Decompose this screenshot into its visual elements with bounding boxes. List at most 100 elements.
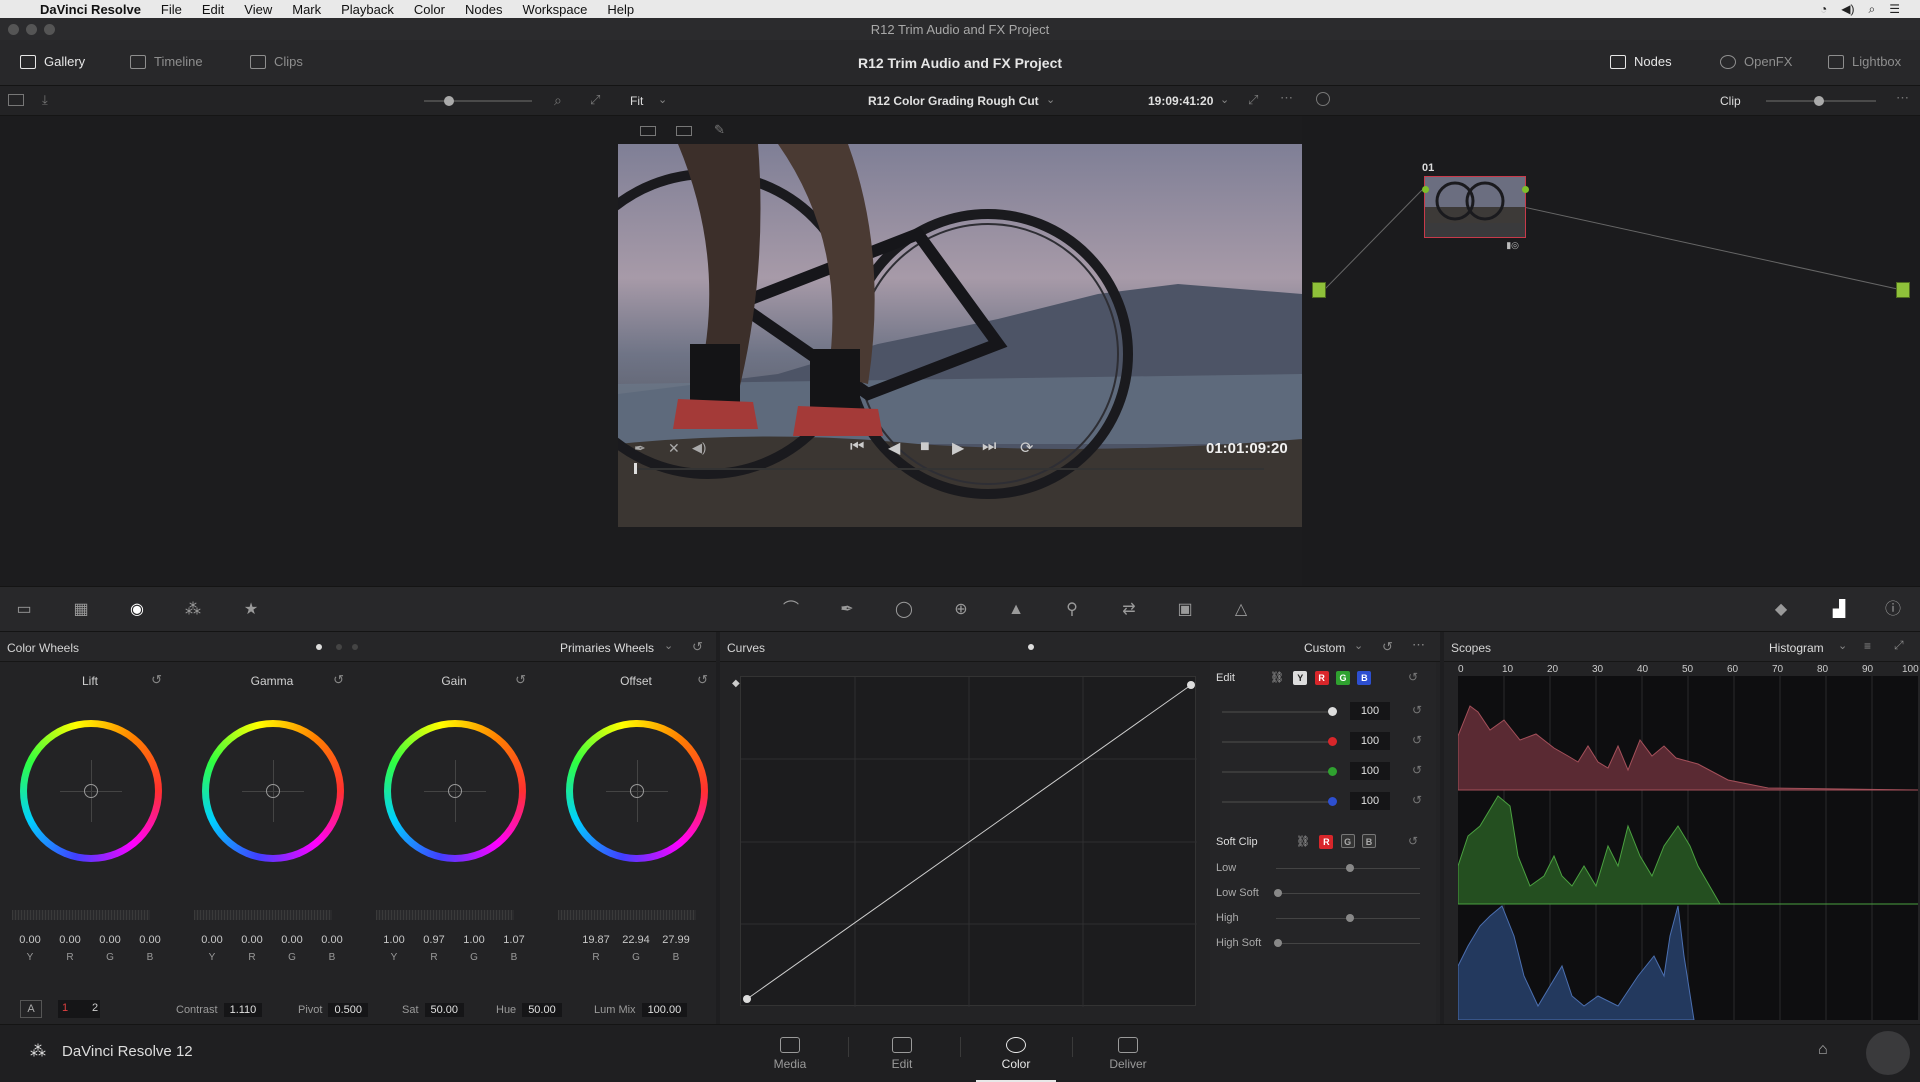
color-picker-icon[interactable]: ✒	[634, 440, 646, 457]
home-icon[interactable]: ⌂	[1818, 1041, 1828, 1059]
skip-to-end-icon[interactable]: ⏭	[982, 438, 996, 456]
wheels-mode-dropdown[interactable]: Primaries Wheels	[560, 641, 654, 655]
chevron-down-icon[interactable]: ⌄	[1354, 639, 1363, 652]
page-media[interactable]: Media	[750, 1037, 830, 1071]
chevron-down-icon[interactable]: ⌄	[1838, 639, 1847, 652]
search-icon[interactable]: ⌕	[1869, 2, 1876, 17]
page-edit[interactable]: Edit	[862, 1037, 942, 1071]
rgb-mixer-icon[interactable]: ⁂	[184, 601, 202, 619]
reset-icon[interactable]: ↺	[151, 672, 162, 688]
chevron-down-icon[interactable]: ⌄	[1046, 93, 1055, 106]
gamma-r-value[interactable]: 0.00	[232, 934, 272, 946]
close-icon[interactable]: ✕	[668, 440, 680, 457]
scope-settings-icon[interactable]: ≡	[1864, 639, 1871, 653]
menu-color[interactable]: Color	[404, 2, 455, 17]
low-slider[interactable]: Low	[1216, 862, 1426, 874]
page-dot-active[interactable]	[1028, 644, 1034, 650]
menu-mark[interactable]: Mark	[282, 2, 331, 17]
window-icon[interactable]: ◯	[895, 601, 913, 619]
reset-icon[interactable]: ↺	[1412, 763, 1422, 777]
timeline-button[interactable]: Timeline	[130, 54, 203, 69]
chip-b[interactable]: B	[1357, 671, 1372, 685]
gain-g-value[interactable]: 1.00	[454, 934, 494, 946]
node-zoom-slider[interactable]	[1766, 96, 1876, 106]
gain-puck[interactable]	[448, 784, 462, 798]
offset-puck[interactable]	[630, 784, 644, 798]
page-color[interactable]: Color	[976, 1037, 1056, 1082]
chevron-down-icon[interactable]: ⌄	[664, 639, 673, 652]
chip-y[interactable]: Y	[1293, 671, 1308, 685]
gallery-zoom-slider[interactable]	[424, 96, 532, 106]
node-input-dot[interactable]	[1422, 186, 1429, 193]
sidebar-toggle-icon[interactable]	[8, 94, 24, 106]
clips-button[interactable]: Clips	[250, 54, 303, 69]
volume-icon[interactable]: ◀)	[1841, 2, 1854, 17]
reset-icon[interactable]: ↺	[1408, 670, 1418, 684]
node-output-dot[interactable]	[1522, 186, 1529, 193]
link-icon[interactable]: ⛓	[1270, 672, 1284, 684]
offset-r-value[interactable]: 19.87	[576, 934, 616, 946]
fullscreen-icon[interactable]: ⤢	[1248, 92, 1258, 108]
reset-icon[interactable]: ↺	[515, 672, 526, 688]
menu-file[interactable]: File	[151, 2, 192, 17]
zoom-window-button[interactable]	[44, 24, 55, 35]
page-dot-active[interactable]	[316, 644, 322, 650]
search-icon[interactable]: ⌕	[554, 92, 562, 109]
more-options-icon[interactable]: ⋯	[1412, 637, 1425, 653]
source-input-node[interactable]	[1312, 282, 1326, 298]
gamma-puck[interactable]	[266, 784, 280, 798]
wipe-icon[interactable]	[640, 126, 656, 136]
playhead[interactable]	[634, 463, 637, 474]
menu-app-name[interactable]: DaVinci Resolve	[30, 2, 151, 17]
qualifier-icon[interactable]: ✒	[838, 601, 856, 619]
lift-puck[interactable]	[84, 784, 98, 798]
reset-icon[interactable]: ↺	[697, 672, 708, 688]
loop-icon[interactable]: ⟳	[1020, 438, 1033, 458]
gain-r-value[interactable]: 0.97	[414, 934, 454, 946]
stop-icon[interactable]: ■	[920, 438, 930, 456]
openfx-button[interactable]: OpenFX	[1720, 54, 1792, 69]
reset-icon[interactable]: ↺	[692, 639, 703, 655]
menu-nodes[interactable]: Nodes	[455, 2, 513, 17]
gamma-wheel[interactable]	[202, 720, 344, 862]
reset-icon[interactable]: ↺	[1412, 793, 1422, 807]
lift-g-value[interactable]: 0.00	[90, 934, 130, 946]
b-intensity-value[interactable]: 100	[1350, 792, 1390, 810]
expand-icon[interactable]: ⤢	[590, 92, 600, 108]
stereo-icon[interactable]: △	[1232, 601, 1250, 619]
gamma-g-value[interactable]: 0.00	[272, 934, 312, 946]
skip-to-start-icon[interactable]: ⏮	[850, 438, 864, 456]
chevron-down-icon[interactable]: ⌄	[1220, 93, 1229, 106]
soft-chip-b[interactable]: B	[1362, 834, 1376, 848]
lightbox-button[interactable]: Lightbox	[1828, 54, 1901, 69]
lift-b-value[interactable]: 0.00	[130, 934, 170, 946]
offset-g-value[interactable]: 22.94	[616, 934, 656, 946]
lift-r-value[interactable]: 0.00	[50, 934, 90, 946]
r-intensity-slider[interactable]: 100 ↺	[1216, 732, 1426, 752]
motion-effects-icon[interactable]: ★	[242, 601, 260, 619]
g-intensity-value[interactable]: 100	[1350, 762, 1390, 780]
highlight-icon[interactable]: ✎	[714, 122, 725, 138]
split-screen-icon[interactable]	[676, 126, 692, 136]
reset-icon[interactable]: ↺	[1412, 733, 1422, 747]
scope-type-dropdown[interactable]: Histogram	[1769, 641, 1824, 655]
r-intensity-value[interactable]: 100	[1350, 732, 1390, 750]
close-window-button[interactable]	[8, 24, 19, 35]
minimize-window-button[interactable]	[26, 24, 37, 35]
chip-g[interactable]: G	[1336, 671, 1350, 685]
gamma-b-value[interactable]: 0.00	[312, 934, 352, 946]
gain-b-value[interactable]: 1.07	[494, 934, 534, 946]
page-deliver[interactable]: Deliver	[1088, 1037, 1168, 1071]
lift-y-value[interactable]: 0.00	[10, 934, 50, 946]
expand-icon[interactable]: ⤢	[1894, 638, 1904, 653]
reset-icon[interactable]: ↺	[333, 672, 344, 688]
gallery-button[interactable]: Gallery	[20, 54, 85, 69]
link-icon[interactable]: ⛓	[1296, 836, 1310, 848]
3d-icon[interactable]: ▣	[1176, 601, 1194, 619]
high-soft-slider[interactable]: High Soft	[1216, 937, 1426, 949]
curves-icon[interactable]: ⌒	[782, 601, 800, 619]
node-zoom-knob[interactable]	[1814, 96, 1824, 106]
soft-chip-g[interactable]: G	[1340, 834, 1355, 848]
menu-edit[interactable]: Edit	[192, 2, 234, 17]
curves-mode-dropdown[interactable]: Custom	[1304, 641, 1345, 655]
